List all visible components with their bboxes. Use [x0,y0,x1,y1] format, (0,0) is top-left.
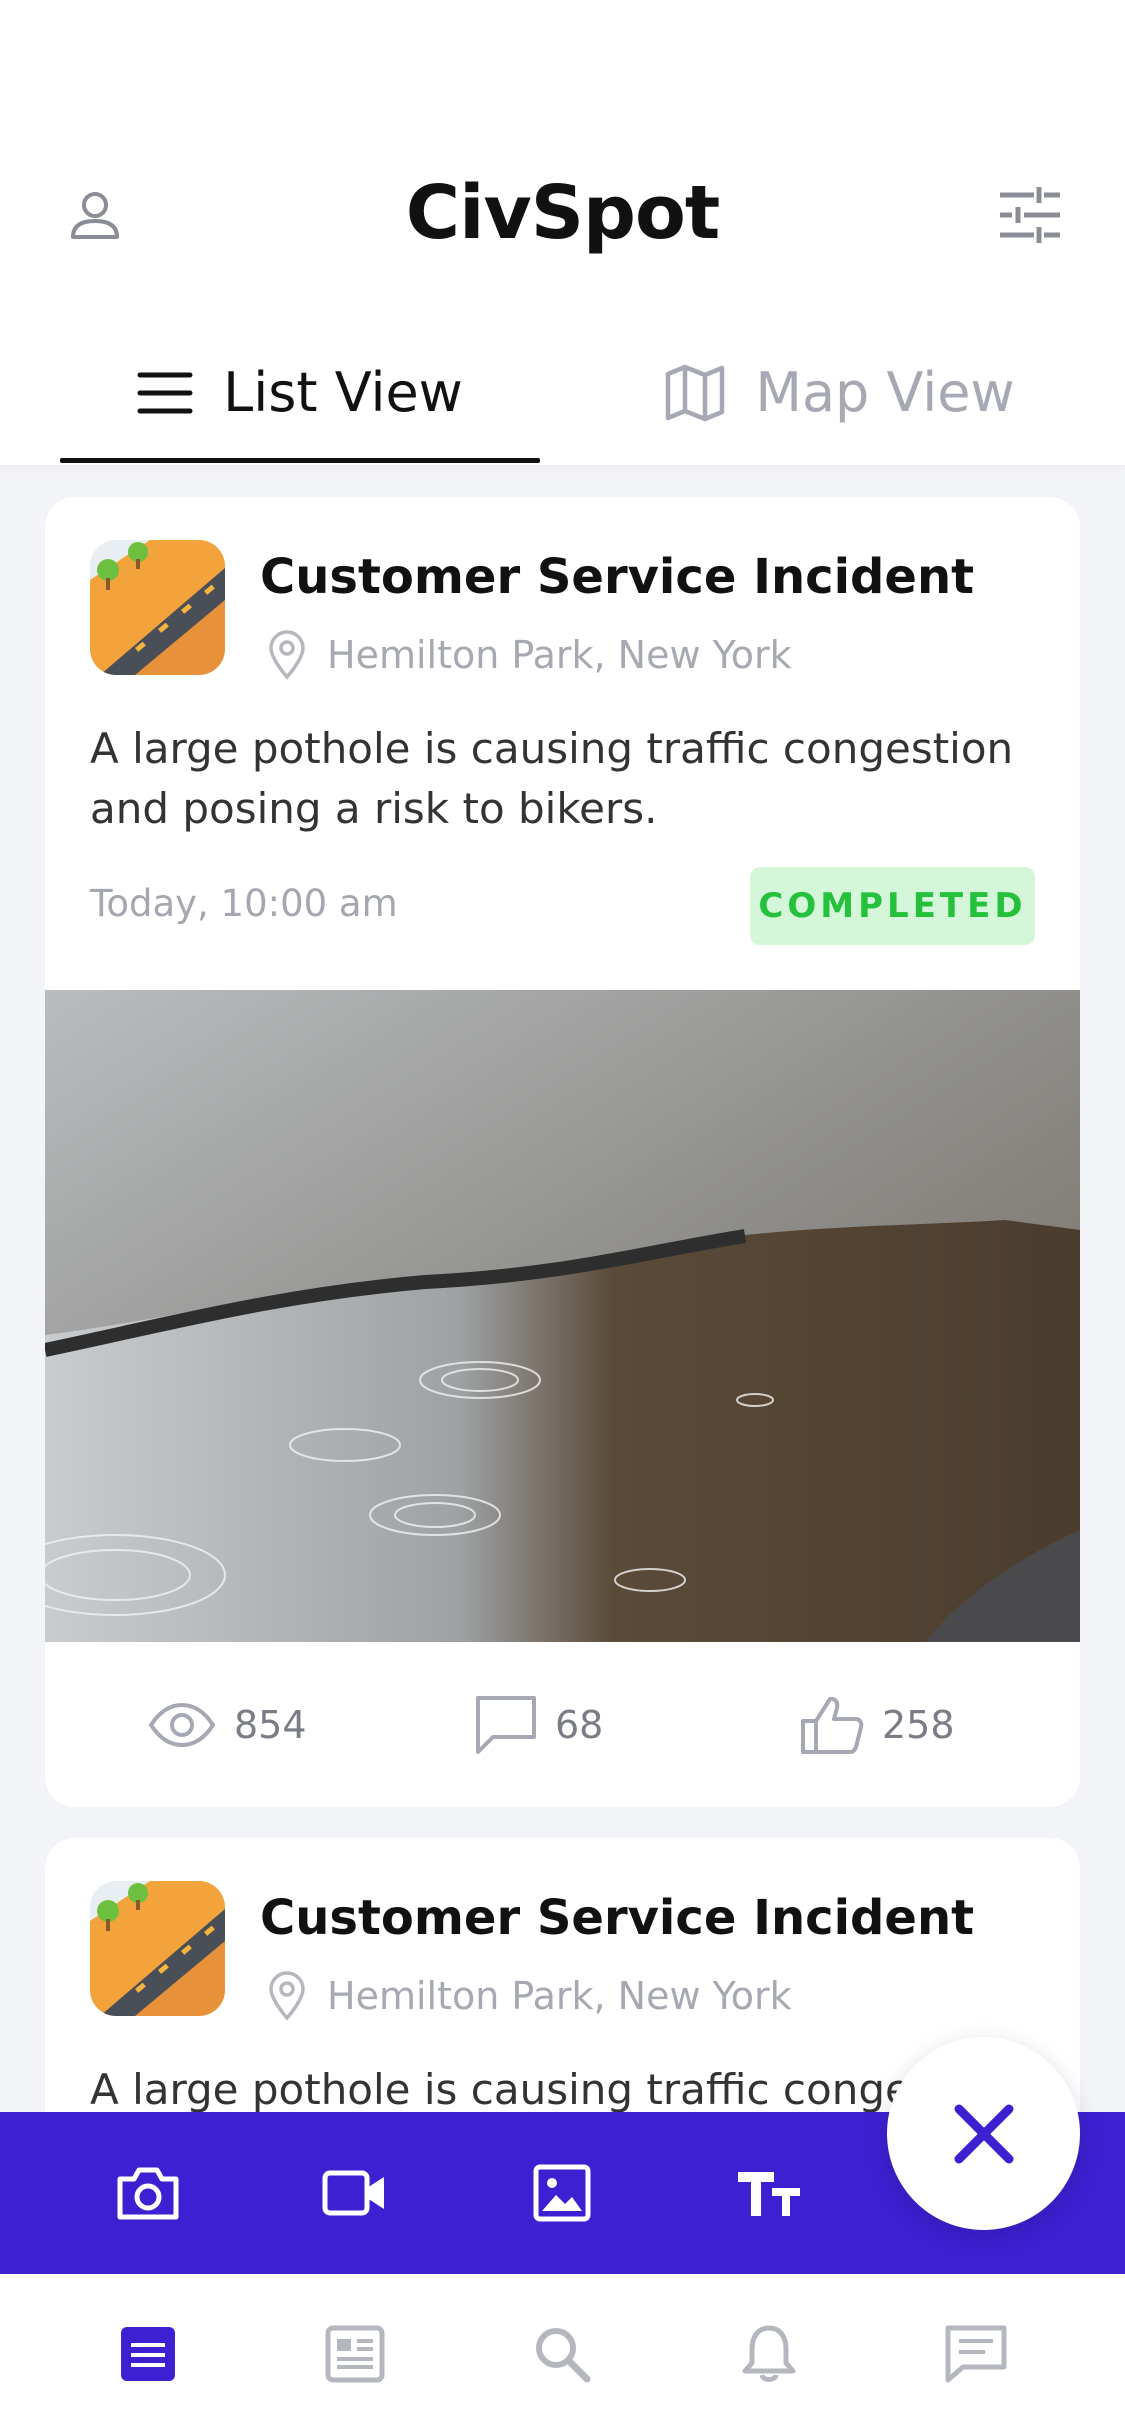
incident-thumbnail [90,540,225,675]
likes-count: 258 [882,1702,955,1747]
incident-location: Hemilton Park, New York [267,625,792,685]
video-icon [322,2170,384,2216]
location-pin-icon [269,1971,305,2021]
incident-photo[interactable] [45,990,1080,1642]
incident-card[interactable]: Customer Service Incident Hemilton Park,… [45,497,1080,1807]
active-tab-indicator [60,458,540,463]
incident-location-text: Hemilton Park, New York [327,1974,792,2018]
comment-icon [476,1695,536,1754]
sliders-icon [1000,187,1060,243]
incident-description: A large pothole is causing traffic conge… [90,724,1014,833]
map-icon [666,364,725,421]
feed-icon [121,2327,175,2381]
text-icon [738,2172,800,2216]
chat-icon [945,2325,1007,2383]
image-button[interactable] [517,2148,607,2238]
tab-list-view-label: List View [223,361,463,424]
likes-stat[interactable]: 258 [800,1642,955,1807]
comments-count: 68 [555,1702,604,1747]
incident-thumbnail [90,1881,225,2016]
incident-location: Hemilton Park, New York [267,1966,792,2026]
app-title: CivSpot [405,170,720,256]
nav-search[interactable] [522,2314,602,2394]
bell-icon [742,2325,796,2382]
camera-icon [117,2167,179,2220]
location-pin-icon [269,630,305,680]
engagement-stats: 854 68 258 [45,1642,1080,1807]
comments-stat[interactable]: 68 [475,1642,603,1807]
video-button[interactable] [310,2148,400,2238]
bottom-navigation [0,2274,1125,2436]
tab-map-view[interactable]: Map View [600,320,1080,465]
status-badge: COMPLETED [750,867,1035,945]
top-area: CivSpot List View Map View [0,0,1125,465]
views-stat[interactable]: 854 [148,1642,307,1807]
incident-location-text: Hemilton Park, New York [327,633,792,677]
views-count: 854 [234,1702,307,1747]
text-button[interactable] [724,2148,814,2238]
nav-feed[interactable] [108,2314,188,2394]
view-tabs: List View Map View [0,320,1125,465]
menu-icon [137,372,193,413]
nav-messages[interactable] [936,2314,1016,2394]
tab-list-view[interactable]: List View [60,320,540,465]
nav-notifications[interactable] [729,2314,809,2394]
thumbs-up-icon [801,1696,864,1754]
incident-time: Today, 10:00 am [90,882,398,925]
close-icon [954,2104,1013,2163]
camera-button[interactable] [103,2148,193,2238]
tab-map-view-label: Map View [755,361,1015,424]
filter-button[interactable] [990,180,1070,250]
incident-title: Customer Service Incident [260,549,975,605]
nav-news[interactable] [315,2314,395,2394]
image-icon [533,2164,591,2222]
close-fab-button[interactable] [887,2037,1080,2230]
eye-icon [148,1702,216,1747]
news-icon [325,2325,385,2383]
incident-title: Customer Service Incident [260,1890,975,1946]
search-icon [536,2328,591,2383]
app-header: CivSpot [0,150,1125,280]
